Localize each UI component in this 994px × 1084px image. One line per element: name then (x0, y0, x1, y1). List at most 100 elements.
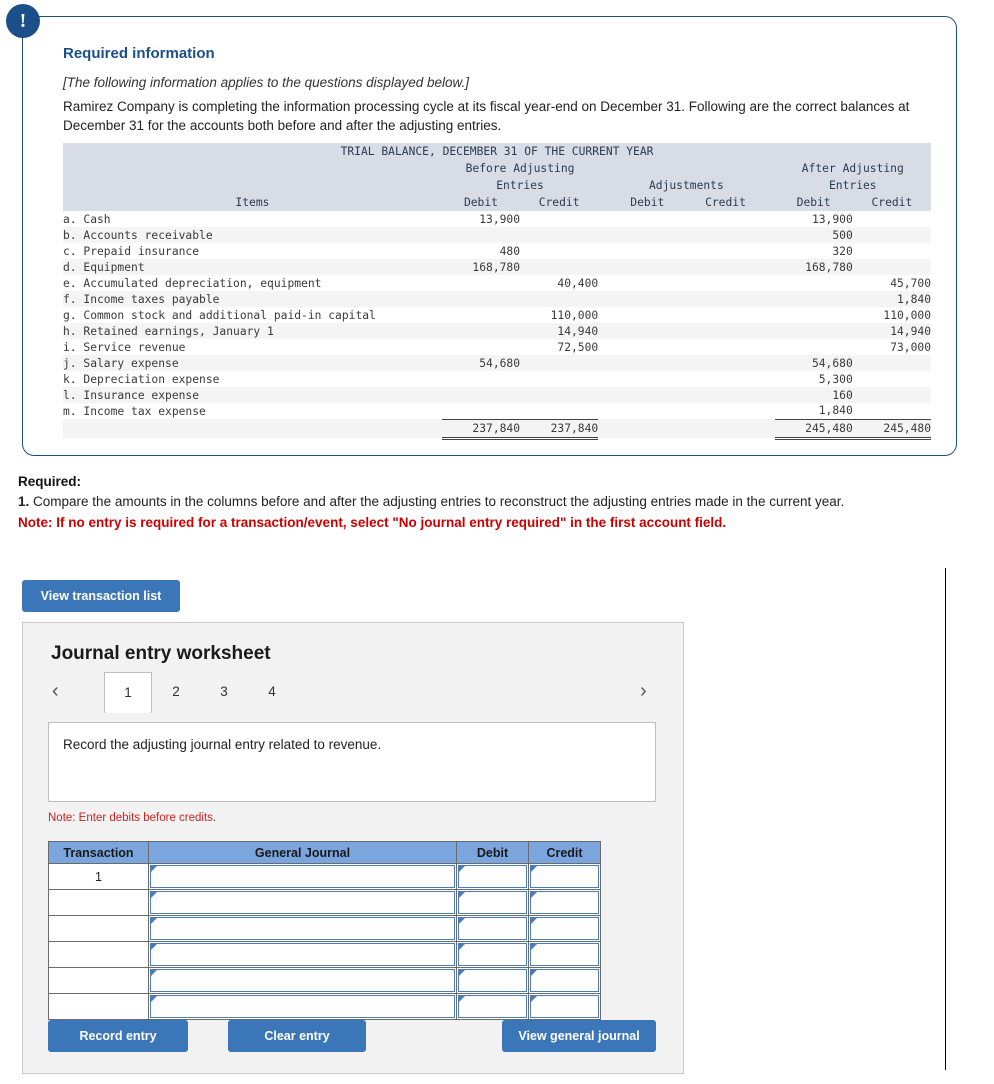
required-information-panel: Required information [The following info… (22, 16, 957, 456)
je-input-general-journal-cell (148, 915, 457, 942)
tb-total-adj-credit (686, 419, 765, 438)
je-input-general-journal-cell (148, 889, 457, 916)
worksheet-tab-3[interactable]: 3 (200, 672, 248, 712)
je-cell-transaction (48, 889, 149, 916)
trial-balance-row: a. Cash 13,900 13,900 (63, 211, 931, 227)
tb-cell-gap (764, 291, 775, 307)
je-input-general-journal[interactable] (150, 917, 455, 940)
tab-next-arrow-icon[interactable]: › (640, 680, 647, 703)
trial-balance-row: b. Accounts receivable 500 (63, 227, 931, 243)
trial-balance-row: j. Salary expense 54,680 54,680 (63, 355, 931, 371)
tb-cell-item: i. Service revenue (63, 339, 442, 355)
tb-cell-gap (598, 211, 609, 227)
tb-cell-after-debit (774, 307, 853, 323)
tb-cell-item: d. Equipment (63, 259, 442, 275)
je-input-general-journal[interactable] (150, 891, 455, 914)
clear-entry-button[interactable]: Clear entry (228, 1020, 366, 1052)
tb-cell-item: b. Accounts receivable (63, 227, 442, 243)
trial-balance-row: k. Depreciation expense 5,300 (63, 371, 931, 387)
je-input-debit[interactable] (458, 917, 527, 940)
tb-cell-adj-credit (686, 259, 765, 275)
journal-entry-row (48, 889, 601, 916)
tb-cell-adj-credit (686, 291, 765, 307)
tb-cell-gap (764, 211, 775, 227)
tb-cell-item: e. Accumulated depreciation, equipment (63, 275, 442, 291)
tb-cell-before-debit: 54,680 (441, 355, 521, 371)
applies-note: [The following information applies to th… (63, 75, 469, 90)
tb-cell-after-debit (774, 275, 853, 291)
je-input-credit[interactable] (530, 865, 599, 888)
trial-balance-row: g. Common stock and additional paid-in c… (63, 307, 931, 323)
je-input-general-journal[interactable] (150, 969, 455, 992)
tb-cell-before-debit (441, 371, 521, 387)
worksheet-tab-label: 2 (172, 684, 180, 699)
je-input-debit[interactable] (458, 943, 527, 966)
view-general-journal-button[interactable]: View general journal (502, 1020, 656, 1052)
je-input-general-journal-cell (148, 967, 457, 994)
tb-cell-gap (598, 243, 609, 259)
tb-total-gap (598, 419, 609, 438)
je-input-credit[interactable] (530, 891, 599, 914)
tb-cell-before-credit (520, 243, 599, 259)
view-transaction-list-button[interactable]: View transaction list (22, 580, 180, 612)
journal-entry-table: Transaction General Journal Debit Credit… (48, 841, 601, 1020)
je-input-debit-cell (456, 941, 529, 968)
tb-cell-gap (598, 259, 609, 275)
je-input-debit[interactable] (458, 891, 527, 914)
tb-cell-adj-debit (608, 355, 687, 371)
je-input-credit[interactable] (530, 943, 599, 966)
je-header-transaction: Transaction (48, 841, 149, 864)
tb-cell-before-debit (441, 275, 521, 291)
tb-total-before-debit: 237,840 (441, 418, 521, 440)
je-input-credit[interactable] (530, 969, 599, 992)
tb-cell-after-credit: 73,000 (852, 339, 931, 355)
tab-prev-arrow-icon[interactable]: ‹ (52, 680, 59, 703)
tb-cell-after-debit: 1,840 (774, 403, 853, 419)
tb-cell-after-debit: 320 (774, 243, 853, 259)
tb-col-after-credit: Credit (852, 194, 931, 211)
je-input-debit[interactable] (458, 995, 527, 1018)
trial-balance-row: e. Accumulated depreciation, equipment 40… (63, 275, 931, 291)
tb-column-header-row: Items Debit Credit Debit Credit Debit Cr… (63, 194, 931, 211)
tb-cell-adj-credit (686, 371, 765, 387)
tb-cell-adj-credit (686, 387, 765, 403)
tb-cell-item: h. Retained earnings, January 1 (63, 323, 442, 339)
worksheet-tab-2[interactable]: 2 (152, 672, 200, 712)
je-input-credit-cell (528, 863, 601, 890)
worksheet-instruction-text: Record the adjusting journal entry relat… (63, 737, 382, 752)
je-cell-transaction (48, 941, 149, 968)
required-instruction-text: Compare the amounts in the columns befor… (33, 494, 845, 509)
je-input-general-journal-cell (148, 993, 457, 1020)
required-information-title: Required information (63, 45, 215, 62)
tb-total-after-debit: 245,480 (774, 418, 853, 440)
tb-cell-before-credit (520, 259, 599, 275)
je-input-credit[interactable] (530, 917, 599, 940)
tb-cell-after-credit (852, 227, 931, 243)
tb-cell-after-credit (852, 211, 931, 227)
record-entry-button[interactable]: Record entry (48, 1020, 188, 1052)
je-input-general-journal[interactable] (150, 943, 455, 966)
tb-cell-after-credit: 110,000 (852, 307, 931, 323)
tb-cell-gap (764, 275, 775, 291)
tb-cell-after-credit (852, 371, 931, 387)
je-input-credit-cell (528, 915, 601, 942)
tb-cell-adj-debit (608, 211, 687, 227)
tb-cell-gap (598, 307, 609, 323)
je-header-general-journal: General Journal (148, 841, 457, 864)
worksheet-tab-1[interactable]: 1 (104, 672, 152, 713)
je-input-general-journal[interactable] (150, 865, 455, 888)
required-red-note: Note: If no entry is required for a tran… (18, 515, 727, 530)
worksheet-tab-4[interactable]: 4 (248, 672, 296, 712)
journal-entry-body: 1 (48, 863, 601, 1020)
tb-group-row-2: Entries Adjustments Entries (63, 177, 931, 194)
je-input-general-journal[interactable] (150, 995, 455, 1018)
je-input-debit[interactable] (458, 969, 527, 992)
journal-entry-worksheet-title: Journal entry worksheet (51, 643, 271, 664)
worksheet-tab-label: 4 (268, 684, 276, 699)
je-input-credit[interactable] (530, 995, 599, 1018)
tb-cell-gap (598, 371, 609, 387)
tb-cell-after-debit (774, 339, 853, 355)
tb-cell-gap (598, 403, 609, 419)
je-input-debit[interactable] (458, 865, 527, 888)
tb-cell-before-debit: 168,780 (441, 259, 521, 275)
